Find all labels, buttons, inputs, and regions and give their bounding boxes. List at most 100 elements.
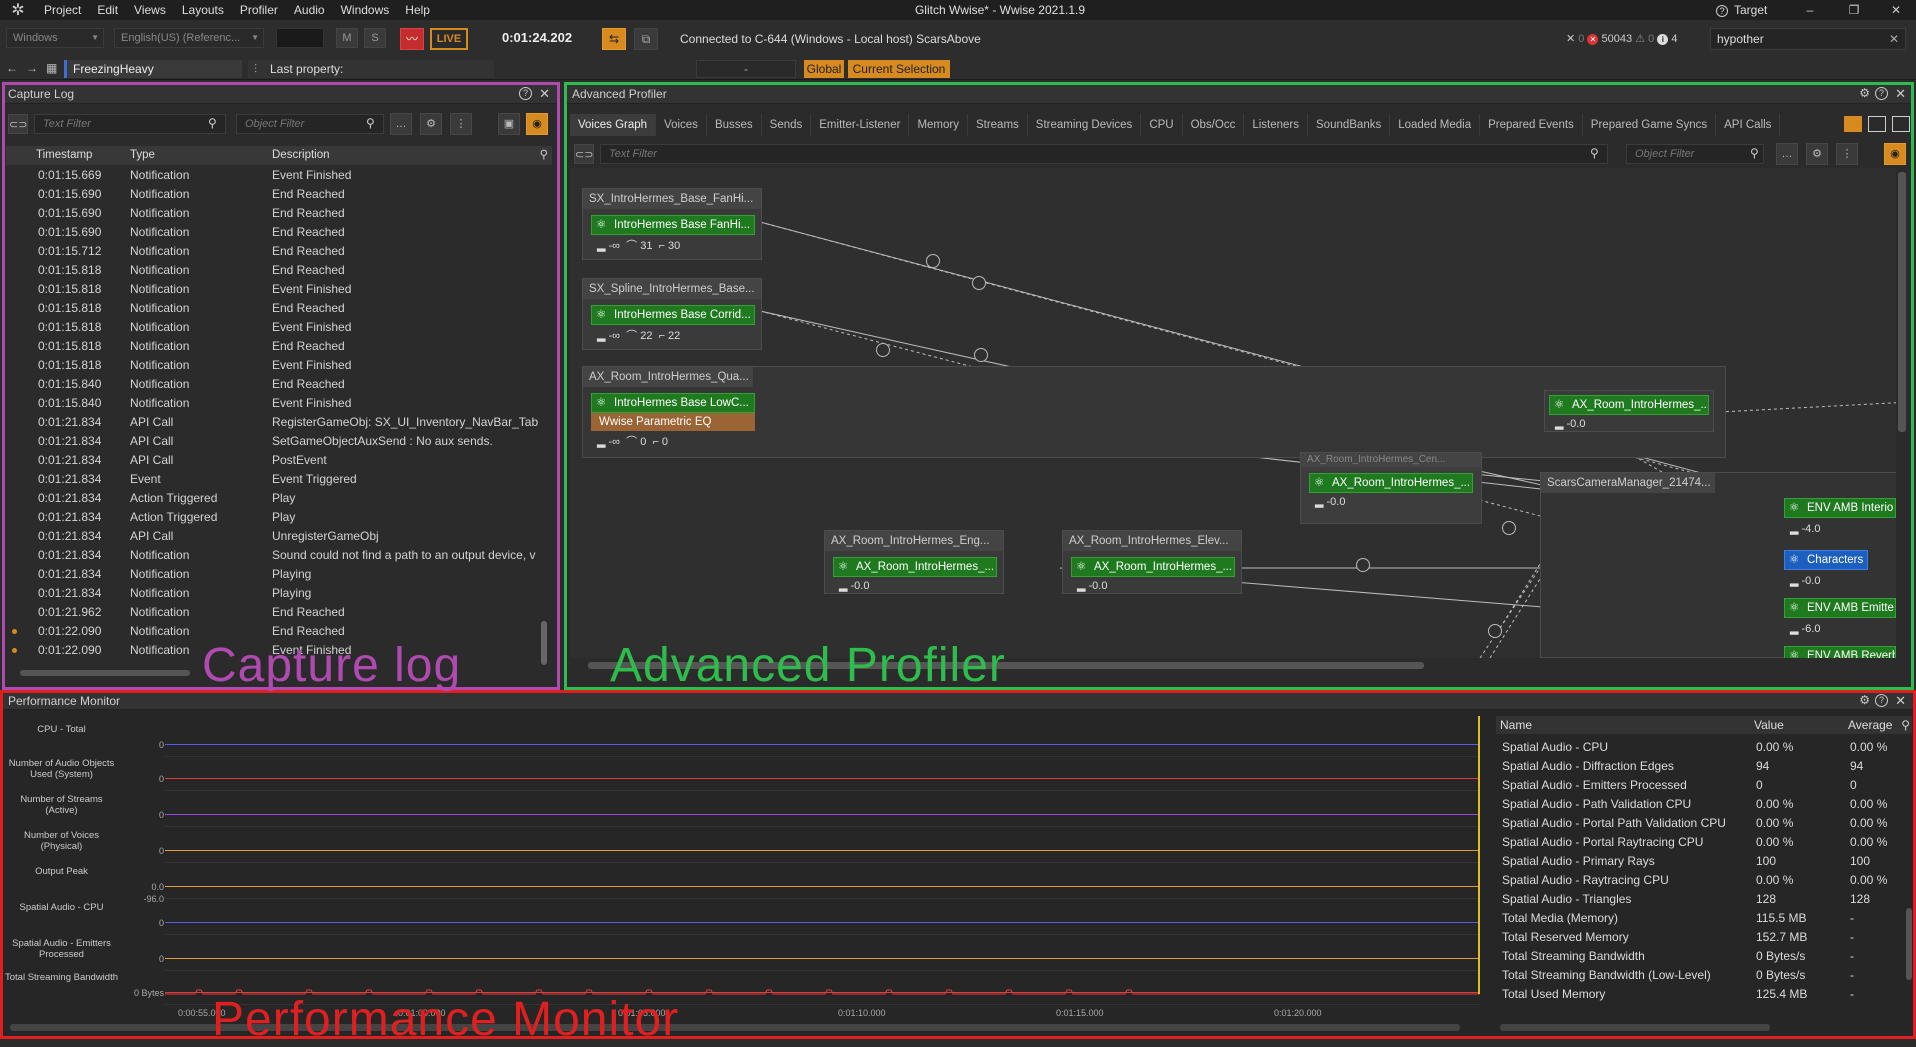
log-row[interactable]: 0:01:15.690 Notification End Reached [6, 185, 538, 204]
filter-settings-icon[interactable]: ⚙ [1806, 143, 1828, 165]
bus-node[interactable]: ⚛ ENV AMB Interio [1784, 498, 1896, 518]
voice-node[interactable]: ⚛ IntroHermes Base LowC... [591, 393, 755, 413]
log-row[interactable]: 0:01:15.712 Notification End Reached [6, 242, 538, 261]
more-options-button[interactable]: … [390, 113, 412, 135]
log-row[interactable]: 0:01:15.818 Notification End Reached [6, 299, 538, 318]
stat-row[interactable]: Spatial Audio - CPU 0.00 % 0.00 % [1498, 738, 1908, 757]
bus-node-selected[interactable]: ⚛ Characters [1784, 550, 1868, 570]
minimize-button[interactable]: – [1790, 0, 1830, 20]
log-row[interactable]: 0:01:15.818 Notification End Reached [6, 261, 538, 280]
stat-row[interactable]: Total Used Memory 125.4 MB - [1498, 985, 1908, 1004]
stat-row[interactable]: Spatial Audio - Path Validation CPU 0.00 … [1498, 795, 1908, 814]
menu-help[interactable]: Help [397, 0, 438, 20]
connection-node[interactable] [1356, 558, 1370, 572]
bus-node[interactable]: ⚛ AX_Room_IntroHermes_... [833, 557, 997, 577]
log-row[interactable]: 0:01:15.840 Notification Event Finished [6, 394, 538, 413]
tab-obs-occ[interactable]: Obs/Occ [1183, 114, 1245, 136]
tab-emitter-listener[interactable]: Emitter-Listener [811, 114, 910, 136]
tab-streams[interactable]: Streams [968, 114, 1028, 136]
menu-views[interactable]: Views [126, 0, 174, 20]
last-property-field[interactable]: ⫶ Last property: [248, 60, 494, 78]
stat-row[interactable]: Spatial Audio - Portal Raytracing CPU 0.0… [1498, 833, 1908, 852]
effect-node[interactable]: Wwise Parametric EQ [591, 413, 755, 431]
bus-node[interactable]: ⚛ AX_Room_IntroHermes_... [1071, 557, 1235, 577]
tab-cpu[interactable]: CPU [1141, 114, 1183, 136]
connection-node[interactable] [974, 348, 988, 362]
tab-streaming-devices[interactable]: Streaming Devices [1028, 114, 1142, 136]
tab-sends[interactable]: Sends [762, 114, 812, 136]
connection-node[interactable] [1488, 624, 1502, 638]
column-timestamp[interactable]: Timestamp [36, 146, 92, 165]
graph-group[interactable]: AX_Room_IntroHermes_Elev... ⚛ AX_Room_Int… [1062, 530, 1242, 594]
grid-icon[interactable]: ▦ [46, 61, 57, 75]
live-button[interactable]: LIVE [430, 28, 468, 50]
voices-graph[interactable]: SX_IntroHermes_Base_FanHi... ⚛ IntroHerme… [570, 168, 1896, 658]
target-button[interactable]: ? Target [1716, 0, 1767, 20]
stat-row[interactable]: Spatial Audio - Triangles 128 128 [1498, 890, 1908, 909]
log-row[interactable]: 0:01:21.962 Notification End Reached [6, 603, 538, 622]
search-input[interactable]: hypother ✕ [1710, 28, 1906, 50]
stats-hscrollbar[interactable] [1500, 1024, 1770, 1031]
stat-row[interactable]: Total Streaming Bandwidth 0 Bytes/s - [1498, 947, 1908, 966]
stats-scrollbar[interactable] [1906, 908, 1912, 980]
mute-button[interactable]: M [336, 28, 358, 48]
graph-group[interactable]: AX_Room_IntroHermes_Cen... ⚛ AX_Room_Intr… [1300, 452, 1482, 524]
column-name[interactable]: Name [1500, 716, 1532, 734]
close-window-button[interactable]: ✕ [1876, 0, 1916, 20]
menu-layouts[interactable]: Layouts [174, 0, 232, 20]
tab-prepared-events[interactable]: Prepared Events [1480, 114, 1583, 136]
menu-audio[interactable]: Audio [286, 0, 333, 20]
voice-node[interactable]: ⚛ IntroHermes Base Corrid... [591, 305, 755, 325]
log-row[interactable]: 0:01:15.690 Notification End Reached [6, 223, 538, 242]
link-icon[interactable]: ⊂⊃ [574, 144, 594, 164]
stat-row[interactable]: Spatial Audio - Emitters Processed 0 0 [1498, 776, 1908, 795]
property-value-field[interactable]: - [696, 60, 796, 78]
close-icon[interactable]: ✕ [1895, 693, 1906, 709]
tab-memory[interactable]: Memory [909, 114, 968, 136]
log-row[interactable]: 0:01:21.834 Action Triggered Play [6, 508, 538, 527]
stat-row[interactable]: Spatial Audio - Raytracing CPU 0.00 % 0.00… [1498, 871, 1908, 890]
profiler-object-filter[interactable]: Object Filter [1626, 144, 1764, 164]
kebab-menu-icon[interactable]: ⋮ [450, 113, 472, 135]
stat-row[interactable]: Total Media (Memory) 115.5 MB - [1498, 909, 1908, 928]
menu-windows[interactable]: Windows [333, 0, 398, 20]
tab-voices[interactable]: Voices [656, 114, 707, 136]
log-row[interactable]: 0:01:15.818 Notification Event Finished [6, 356, 538, 375]
bus-node[interactable]: ⚛ ENV AMB Reverb [1784, 646, 1896, 658]
stat-row[interactable]: Spatial Audio - Portal Path Validation C… [1498, 814, 1908, 833]
forward-icon[interactable]: → [26, 61, 38, 75]
log-row[interactable]: 0:01:21.834 API Call UnregisterGameObj [6, 527, 538, 546]
column-value[interactable]: Value [1754, 716, 1784, 734]
settings-icon[interactable]: ⚙ [1859, 693, 1870, 707]
help-icon[interactable]: ? [519, 87, 532, 100]
log-scrollbar[interactable] [540, 166, 548, 666]
connection-node[interactable] [876, 343, 890, 357]
filter-settings-icon[interactable]: ⚙ [420, 113, 442, 135]
log-row[interactable]: 0:01:15.818 Notification Event Finished [6, 318, 538, 337]
layout-3-icon[interactable] [1892, 116, 1910, 132]
eye-icon[interactable]: ◉ [1884, 143, 1906, 165]
column-type[interactable]: Type [130, 146, 155, 165]
graph-group[interactable]: SX_Spline_IntroHermes_Base... ⚛ IntroHerm… [582, 278, 762, 350]
connect-icon[interactable]: ⇆ [602, 28, 626, 50]
voice-node[interactable]: ⚛ IntroHermes Base FanHi... [591, 215, 755, 235]
log-row[interactable]: 0:01:21.834 API Call PostEvent [6, 451, 538, 470]
log-row[interactable]: 0:01:21.834 Notification Sound could not f… [6, 546, 538, 565]
log-row[interactable]: 0:01:15.840 Notification End Reached [6, 375, 538, 394]
log-row[interactable]: 0:01:15.818 Notification Event Finished [6, 280, 538, 299]
log-row[interactable]: 0:01:21.834 Notification Playing [6, 584, 538, 603]
close-icon[interactable]: ✕ [1566, 33, 1575, 45]
stat-row[interactable]: Total Reserved Memory 152.7 MB - [1498, 928, 1908, 947]
connection-node[interactable] [1502, 521, 1516, 535]
clear-search-icon[interactable]: ✕ [1889, 29, 1899, 49]
save-icon[interactable]: ▣ [498, 113, 520, 135]
tab-prepared-game-syncs[interactable]: Prepared Game Syncs [1583, 114, 1717, 136]
solo-button[interactable]: S [364, 28, 386, 48]
graph-group[interactable]: AX_Room_IntroHermes_Eng... ⚛ AX_Room_Intr… [824, 530, 1004, 594]
search-icon[interactable]: ⚲ [540, 146, 548, 165]
log-row[interactable]: 0:01:15.818 Notification End Reached [6, 337, 538, 356]
link-icon[interactable]: ⊂⊃ [8, 114, 28, 134]
log-row[interactable]: 0:01:15.690 Notification End Reached [6, 204, 538, 223]
connection-node[interactable] [972, 276, 986, 290]
bus-node[interactable]: ⚛ AX_Room_IntroHermes_... [1309, 473, 1473, 493]
